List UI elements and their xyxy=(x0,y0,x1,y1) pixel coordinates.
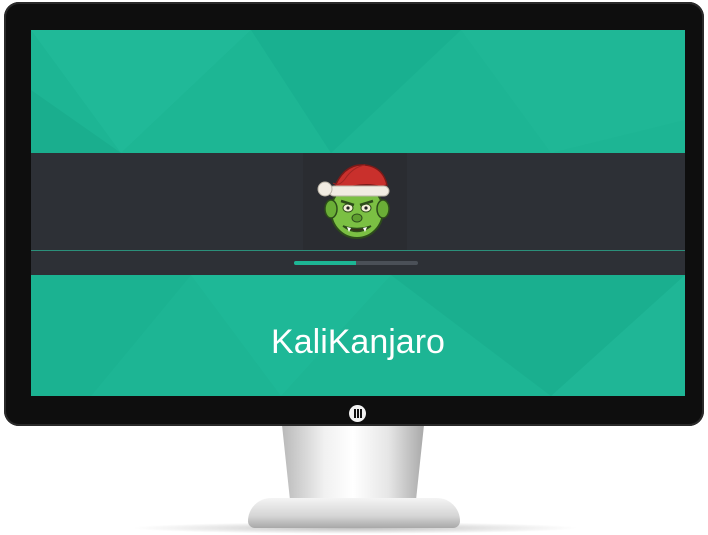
login-progress-fill xyxy=(294,261,356,265)
hostname-label: KaliKanjaro xyxy=(271,323,445,361)
user-avatar[interactable] xyxy=(303,153,407,250)
login-progress-bar xyxy=(294,261,418,265)
monitor-bezel: KaliKanjaro xyxy=(4,2,704,426)
monitor-stand-foot xyxy=(248,498,460,528)
monitor-power-button-icon[interactable] xyxy=(349,405,366,422)
band-divider xyxy=(31,250,685,251)
user-band xyxy=(31,153,685,275)
monitor-stand-neck xyxy=(282,425,424,505)
troll-santa-hat-icon xyxy=(317,164,390,239)
login-screen: KaliKanjaro xyxy=(31,30,685,396)
